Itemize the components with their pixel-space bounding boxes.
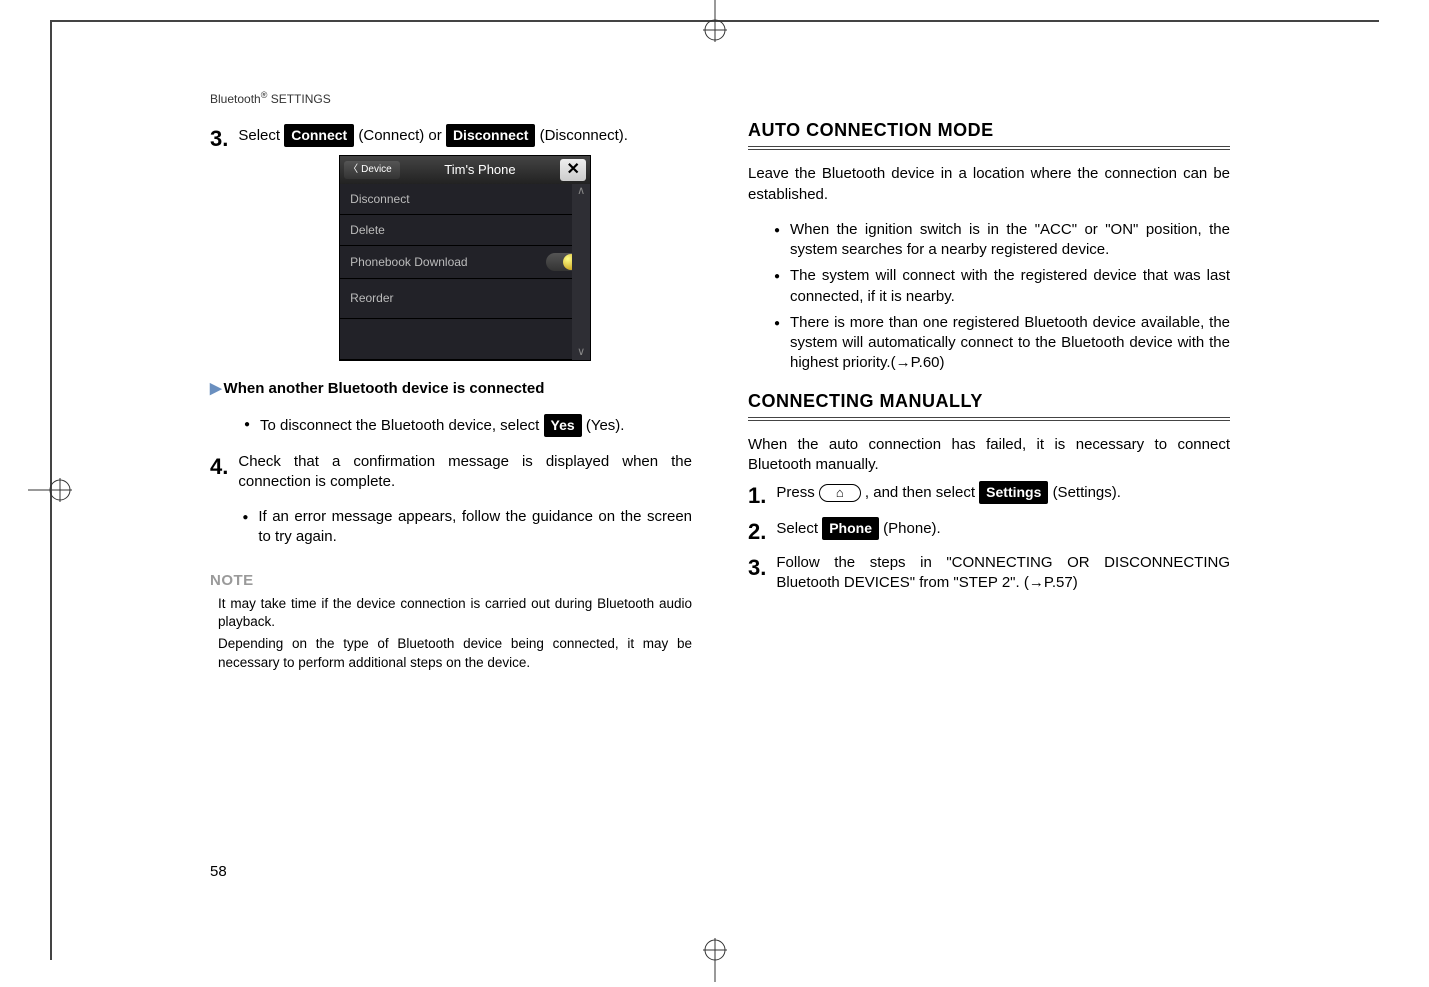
step-body: Select Connect (Connect) or Disconnect (…: [238, 124, 692, 373]
screenshot-titlebar: 〈 Device Tim's Phone ✕: [340, 156, 590, 184]
section-title-manual: CONNECTING MANUALLY: [748, 389, 1230, 421]
paragraph: When the auto connection has failed, it …: [748, 435, 1230, 476]
screenshot-rows: Disconnect Delete Phonebook Download: [340, 184, 590, 360]
register-mark-top: [695, 0, 735, 42]
row-label: Disconnect: [350, 191, 409, 207]
print-page: Bluetooth® SETTINGS 3. Select Connect (C…: [50, 20, 1379, 960]
note-body: It may take time if the device connectio…: [218, 595, 692, 672]
text: (Yes).: [586, 417, 625, 434]
row-reorder[interactable]: Reorder ›: [340, 279, 590, 318]
text: Press: [776, 484, 819, 501]
row-disconnect[interactable]: Disconnect: [340, 184, 590, 215]
section-title-auto: AUTO CONNECTION MODE: [748, 118, 1230, 150]
text: (Disconnect).: [540, 127, 628, 144]
two-column-layout: 3. Select Connect (Connect) or Disconnec…: [210, 118, 1279, 676]
list-item: There is more than one registered Blueto…: [790, 313, 1230, 374]
text: Check that a confirmation message is dis…: [238, 453, 692, 490]
step-3: 3. Select Connect (Connect) or Disconnec…: [210, 124, 692, 373]
page-content: Bluetooth® SETTINGS 3. Select Connect (C…: [210, 90, 1279, 900]
phone-button-label: Phone: [822, 517, 879, 540]
subheading-text: When another Bluetooth device is connect…: [224, 380, 545, 397]
running-header: Bluetooth® SETTINGS: [210, 90, 1279, 106]
settings-button-label: Settings: [979, 481, 1048, 504]
scroll-down-icon: ∨: [577, 345, 585, 360]
step-2-manual: 2. Select Phone (Phone).: [748, 517, 1230, 547]
text: Select: [238, 127, 284, 144]
note-line: It may take time if the device connectio…: [218, 595, 692, 631]
row-label: Phonebook Download: [350, 254, 467, 270]
register-mark-left: [28, 470, 72, 510]
list-item: If an error message appears, follow the …: [258, 507, 692, 548]
step-number: 3.: [748, 553, 766, 594]
close-button[interactable]: ✕: [560, 159, 586, 181]
right-column: AUTO CONNECTION MODE Leave the Bluetooth…: [748, 118, 1230, 676]
paragraph: Leave the Bluetooth device in a location…: [748, 164, 1230, 205]
connect-button-label: Connect: [284, 124, 354, 147]
text: , and then select: [865, 484, 979, 501]
running-header-suffix: SETTINGS: [267, 92, 330, 106]
row-empty: [340, 319, 590, 360]
row-delete[interactable]: Delete: [340, 215, 590, 246]
note-line: Depending on the type of Bluetooth devic…: [218, 635, 692, 671]
step-body: Follow the steps in "CONNECTING OR DISCO…: [776, 553, 1230, 594]
text: (Phone).: [883, 520, 941, 537]
step-number: 4.: [210, 452, 228, 563]
row-label: Reorder: [350, 290, 393, 306]
text: Select: [776, 520, 822, 537]
screenshot-title: Tim's Phone: [400, 161, 560, 179]
text: (Settings).: [1053, 484, 1121, 501]
bullet-list: To disconnect the Bluetooth device, sele…: [210, 414, 692, 437]
page-number: 58: [210, 863, 227, 880]
device-screenshot: 〈 Device Tim's Phone ✕ Disconnec: [339, 155, 591, 361]
left-column: 3. Select Connect (Connect) or Disconnec…: [210, 118, 692, 676]
step-body: Select Phone (Phone).: [776, 517, 1230, 547]
step-1-manual: 1. Press ⌂ , and then select Settings (S…: [748, 481, 1230, 511]
subheading-connected: ▶When another Bluetooth device is connec…: [210, 379, 692, 399]
list-item: To disconnect the Bluetooth device, sele…: [260, 414, 692, 437]
step-body: Press ⌂ , and then select Settings (Sett…: [776, 481, 1230, 511]
home-icon: ⌂: [836, 485, 844, 500]
step-4: 4. Check that a confirmation message is …: [210, 452, 692, 563]
close-icon: ✕: [566, 161, 579, 178]
note-heading: NOTE: [210, 571, 692, 591]
back-label: Device: [361, 163, 392, 177]
home-button: ⌂: [819, 484, 861, 502]
register-mark-bottom: [695, 938, 735, 982]
list-item: The system will connect with the registe…: [790, 266, 1230, 307]
list-item: When the ignition switch is in the "ACC"…: [790, 220, 1230, 261]
step-number: 1.: [748, 481, 766, 511]
step-number: 2.: [748, 517, 766, 547]
row-label: Delete: [350, 222, 385, 238]
disconnect-button-label: Disconnect: [446, 124, 535, 147]
chevron-left-icon: 〈: [348, 163, 358, 177]
text: To disconnect the Bluetooth device, sele…: [260, 417, 544, 434]
step-body: Check that a confirmation message is dis…: [238, 452, 692, 563]
triangle-right-icon: ▶: [210, 380, 222, 397]
text: (Connect) or: [358, 127, 446, 144]
running-header-prefix: Bluetooth: [210, 92, 261, 106]
bullet-list: When the ignition switch is in the "ACC"…: [748, 220, 1230, 374]
scroll-up-icon: ∧: [577, 184, 585, 199]
scroll-indicator[interactable]: ∧ ∨: [572, 184, 590, 360]
step-number: 3.: [210, 124, 228, 373]
bullet-list: If an error message appears, follow the …: [238, 507, 692, 548]
yes-button-label: Yes: [544, 414, 582, 437]
step-3-manual: 3. Follow the steps in "CONNECTING OR DI…: [748, 553, 1230, 594]
back-button[interactable]: 〈 Device: [344, 161, 400, 179]
row-phonebook-download[interactable]: Phonebook Download: [340, 246, 590, 279]
